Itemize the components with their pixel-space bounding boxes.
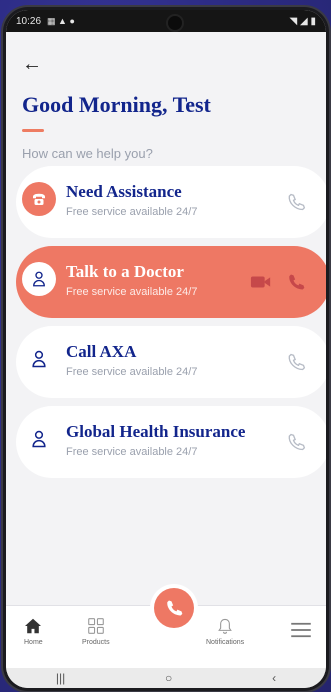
card-title: Global Health Insurance bbox=[66, 422, 246, 441]
grid-icon bbox=[87, 618, 104, 634]
status-time: 10:26 bbox=[16, 15, 42, 27]
card-subtitle: Free service available 24/7 bbox=[66, 206, 198, 218]
nav-products[interactable]: Products bbox=[82, 618, 110, 646]
back-icon[interactable]: ‹ bbox=[272, 671, 276, 685]
back-arrow-icon[interactable]: ← bbox=[22, 54, 42, 74]
card-subtitle: Free service available 24/7 bbox=[66, 446, 198, 458]
card-title: Need Assistance bbox=[66, 182, 182, 201]
global-health-insurance-card[interactable]: Global Health Insurance Free service ava… bbox=[16, 406, 326, 478]
phone-icon[interactable] bbox=[286, 272, 306, 292]
card-subtitle: Free service available 24/7 bbox=[66, 366, 198, 378]
talk-to-doctor-card[interactable]: Talk to a Doctor Free service available … bbox=[16, 246, 326, 318]
home-button-icon[interactable]: ○ bbox=[165, 671, 172, 685]
nav-notifications-label: Notifications bbox=[206, 639, 245, 646]
nav-home-label: Home bbox=[24, 639, 43, 646]
doctor-icon bbox=[22, 262, 56, 296]
page-subtitle: How can we help you? bbox=[22, 146, 153, 161]
video-call-icon[interactable] bbox=[250, 273, 272, 291]
bell-icon bbox=[218, 618, 232, 634]
status-icons: ▦ ▲ ● bbox=[47, 15, 75, 26]
telephone-icon bbox=[22, 182, 56, 216]
doctor-icon bbox=[22, 422, 56, 456]
nav-notifications[interactable]: Notifications bbox=[206, 618, 244, 646]
doctor-icon bbox=[22, 342, 56, 376]
menu-icon[interactable] bbox=[290, 622, 312, 640]
phone-icon[interactable] bbox=[286, 192, 306, 212]
nav-products-label: Products bbox=[82, 639, 110, 646]
card-title: Talk to a Doctor bbox=[66, 262, 184, 281]
page-title: Good Morning, Test bbox=[22, 92, 211, 117]
nav-home[interactable]: Home bbox=[24, 618, 43, 646]
recents-icon[interactable]: ||| bbox=[56, 671, 65, 685]
card-subtitle: Free service available 24/7 bbox=[66, 286, 198, 298]
bottom-nav: Home Products Notifications bbox=[6, 588, 326, 668]
phone-icon[interactable] bbox=[286, 352, 306, 372]
phone-icon[interactable] bbox=[286, 432, 306, 452]
call-axa-card[interactable]: Call AXA Free service available 24/7 bbox=[16, 326, 326, 398]
status-right: ◥ ◢ ▮ bbox=[289, 15, 316, 27]
system-navigation-bar: ||| ○ ‹ bbox=[6, 668, 326, 688]
card-title: Call AXA bbox=[66, 342, 137, 361]
phone-screen: 10:26 ▦ ▲ ● ◥ ◢ ▮ ← Good Morning, Test H… bbox=[6, 10, 326, 688]
title-accent-bar bbox=[22, 129, 44, 132]
front-camera bbox=[166, 14, 184, 32]
need-assistance-card[interactable]: Need Assistance Free service available 2… bbox=[16, 166, 326, 238]
home-icon bbox=[25, 618, 42, 634]
call-fab-button[interactable] bbox=[154, 588, 194, 628]
phone-icon bbox=[167, 600, 183, 616]
